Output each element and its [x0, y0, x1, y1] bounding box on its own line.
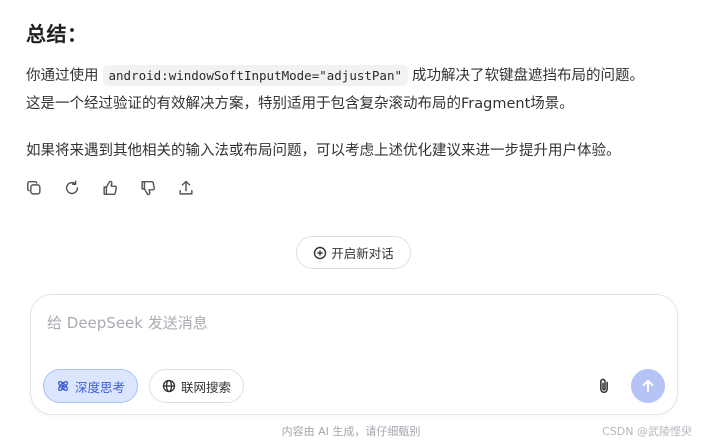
refresh-icon	[65, 180, 79, 195]
dislike-button[interactable]	[138, 178, 158, 198]
copy-button[interactable]	[24, 178, 44, 198]
summary-heading: 总结：	[26, 22, 88, 46]
deep-think-label: 深度思考	[75, 379, 126, 395]
text-before-code: 你通过使用	[26, 68, 99, 84]
regenerate-button[interactable]	[62, 178, 82, 198]
share-button[interactable]	[176, 178, 196, 198]
share-icon	[179, 180, 193, 195]
web-search-label: 联网搜索	[181, 379, 232, 395]
paragraph-line-1: 你通过使用 android:windowSoftInputMode="adjust…	[26, 62, 644, 90]
copy-icon	[26, 180, 41, 195]
inline-code: android:windowSoftInputMode="adjustPan"	[102, 65, 408, 86]
paperclip-icon	[600, 378, 608, 393]
plus-circle-icon	[314, 246, 327, 259]
csdn-watermark: CSDN @武陵悭臾	[602, 425, 692, 438]
message-input[interactable]	[47, 311, 647, 335]
ai-disclaimer: 内容由 AI 生成，请仔细甄别	[281, 425, 421, 438]
attach-button[interactable]	[593, 375, 615, 397]
new-chat-label: 开启新对话	[331, 246, 394, 261]
text-after-code: 成功解决了软键盘遮挡布局的问题。	[412, 68, 644, 84]
arrow-up-icon	[642, 379, 654, 392]
thumbs-up-icon	[103, 180, 118, 196]
message-paragraph-1: 你通过使用 android:windowSoftInputMode="adjust…	[26, 62, 644, 118]
send-button[interactable]	[631, 369, 665, 403]
web-search-toggle[interactable]: 联网搜索	[149, 369, 245, 403]
message-actions	[24, 178, 196, 198]
atom-icon	[58, 381, 68, 391]
thumbs-down-icon	[141, 180, 156, 196]
new-chat-button[interactable]: 开启新对话	[296, 236, 411, 269]
deep-think-toggle[interactable]: 深度思考	[43, 369, 139, 403]
paragraph-line-2: 这是一个经过验证的有效解决方案，特别适用于包含复杂滚动布局的Fragment场景…	[26, 96, 574, 112]
message-paragraph-2: 如果将来遇到其他相关的输入法或布局问题，可以考虑上述优化建议来进一步提升用户体验…	[26, 143, 621, 159]
like-button[interactable]	[100, 178, 120, 198]
message-composer: 深度思考 联网搜索	[30, 294, 678, 415]
globe-icon	[162, 379, 176, 393]
